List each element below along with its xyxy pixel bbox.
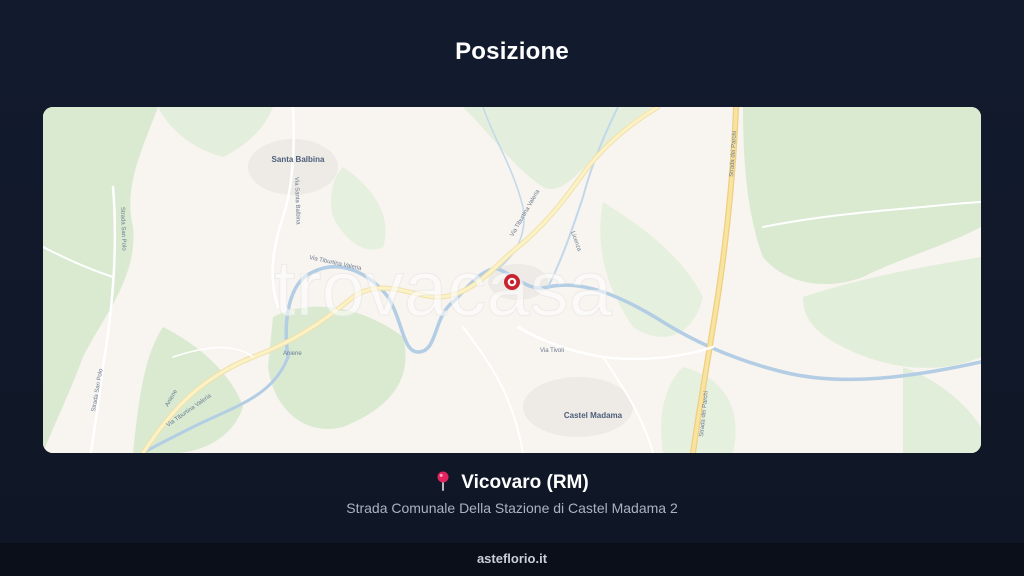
map-view[interactable]: Santa Balbina Castel Madama Via Tiburtin… [43, 107, 981, 453]
place-label-castel-madama: Castel Madama [564, 411, 623, 420]
watermark-text: trovacasa [274, 244, 613, 332]
footer: asteflorio.it [0, 543, 1024, 576]
location-marker[interactable] [504, 274, 520, 290]
place-label-santa-balbina: Santa Balbina [272, 155, 325, 164]
location-name: Vicovaro (RM) [461, 472, 589, 493]
location-address: Strada Comunale Della Stazione di Castel… [346, 500, 678, 516]
road-label: Via Tivoli [540, 348, 564, 354]
location-heading: Vicovaro (RM) [0, 471, 1024, 497]
river-label: Aniene [283, 351, 302, 357]
footer-site-link[interactable]: asteflorio.it [477, 551, 547, 566]
map-pin-icon [435, 471, 451, 497]
map-canvas: Santa Balbina Castel Madama Via Tiburtin… [43, 107, 981, 453]
page-title: Posizione [455, 38, 569, 65]
